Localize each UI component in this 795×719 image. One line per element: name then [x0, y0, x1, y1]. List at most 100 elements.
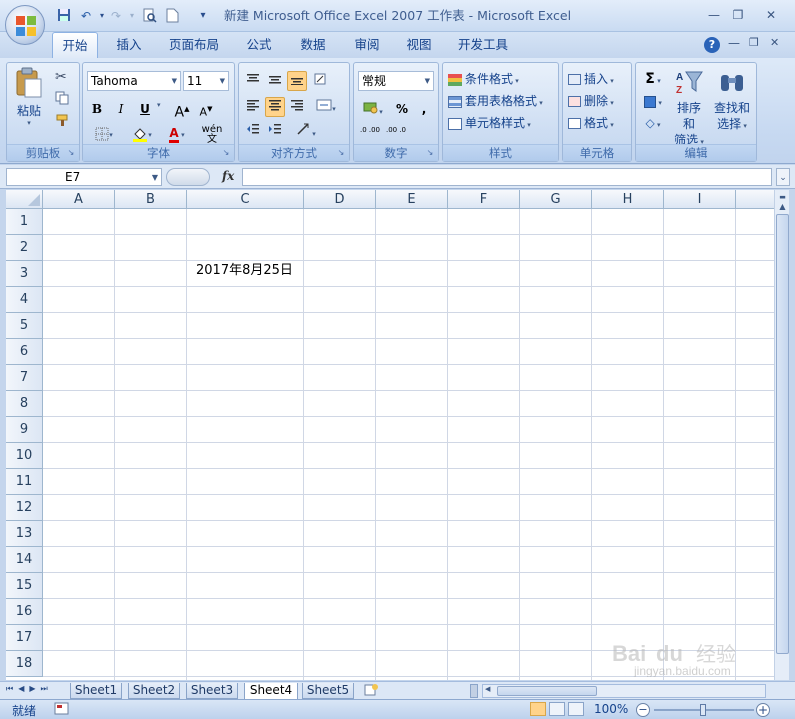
number-format-dropdown-icon[interactable]: ▼	[425, 72, 430, 90]
sheet-tab-sheet2[interactable]: Sheet2	[128, 683, 180, 699]
underline-dropdown-icon[interactable]: ▾	[157, 101, 161, 109]
clear-button[interactable]: ◇ ▾	[640, 113, 666, 133]
comma-button[interactable]: ,	[416, 99, 432, 119]
font-size-box[interactable]: 11 ▼	[183, 71, 229, 91]
increase-indent-button[interactable]	[265, 121, 285, 141]
page-break-view-icon[interactable]	[568, 702, 584, 716]
row-header-4[interactable]: 4	[6, 287, 43, 313]
horizontal-scrollbar[interactable]: ◀	[482, 684, 766, 698]
restore-button[interactable]: ❐	[727, 6, 749, 24]
print-preview-icon[interactable]	[141, 8, 157, 24]
row-header-12[interactable]: 12	[6, 495, 43, 521]
row-header-14[interactable]: 14	[6, 547, 43, 573]
column-header-a[interactable]: A	[43, 190, 115, 209]
select-all-corner[interactable]	[6, 190, 43, 209]
number-launcher-icon[interactable]: ↘	[425, 148, 435, 158]
tab-formulas[interactable]: 公式	[238, 32, 280, 58]
font-name-dropdown-icon[interactable]: ▼	[172, 72, 177, 90]
autosum-button[interactable]: Σ ▾	[640, 69, 666, 89]
column-header-g[interactable]: G	[520, 190, 592, 209]
insert-function-icon[interactable]: fx	[222, 169, 238, 185]
align-bottom-button[interactable]	[287, 71, 307, 91]
ribbon-minimize-button[interactable]: —	[728, 36, 740, 50]
cut-icon[interactable]: ✂	[55, 69, 67, 85]
normal-view-icon[interactable]	[530, 702, 546, 716]
increase-decimal-button[interactable]: .0 .00	[358, 123, 382, 143]
number-format-box[interactable]: 常规 ▼	[358, 71, 434, 91]
align-left-button[interactable]	[243, 97, 263, 117]
expand-formula-bar-icon[interactable]: ⌄	[776, 168, 790, 186]
tab-home[interactable]: 开始	[52, 32, 98, 58]
alignment-launcher-icon[interactable]: ↘	[336, 148, 346, 158]
help-icon[interactable]: ?	[704, 37, 720, 53]
column-header-c[interactable]: C	[187, 190, 304, 209]
formula-bar-splitter[interactable]	[166, 168, 210, 186]
row-header-3[interactable]: 3	[6, 261, 43, 287]
font-size-dropdown-icon[interactable]: ▼	[220, 72, 225, 90]
font-name-box[interactable]: Tahoma ▼	[87, 71, 181, 91]
paste-button[interactable]: 粘贴 ▾	[13, 67, 45, 127]
scroll-split-handle[interactable]: ▬	[776, 192, 789, 202]
column-header-d[interactable]: D	[304, 190, 376, 209]
column-header-f[interactable]: F	[448, 190, 520, 209]
font-color-button[interactable]: A ▾	[161, 123, 193, 143]
scroll-up-icon[interactable]: ▲	[776, 202, 789, 214]
ribbon-close-button[interactable]: ✕	[770, 36, 779, 49]
align-top-button[interactable]	[243, 71, 263, 91]
tab-review[interactable]: 审阅	[346, 32, 388, 58]
font-launcher-icon[interactable]: ↘	[221, 148, 231, 158]
ribbon-restore-button[interactable]: ❐	[749, 36, 759, 49]
italic-button[interactable]: I	[111, 99, 131, 119]
row-header-18[interactable]: 18	[6, 651, 43, 677]
sort-filter-button[interactable]: AZ 排序和 筛选 ▾	[672, 69, 706, 147]
redo-icon[interactable]: ↷	[108, 8, 124, 24]
undo-icon[interactable]: ↶	[78, 8, 94, 24]
row-header-11[interactable]: 11	[6, 469, 43, 495]
name-box-dropdown-icon[interactable]: ▼	[152, 170, 158, 186]
shrink-font-button[interactable]: A▼	[195, 99, 217, 119]
row-header-6[interactable]: 6	[6, 339, 43, 365]
zoom-level[interactable]: 100%	[594, 702, 628, 716]
zoom-slider-thumb[interactable]	[700, 704, 706, 716]
minimize-button[interactable]: —	[703, 6, 725, 24]
bold-button[interactable]: B	[87, 99, 107, 119]
row-header-15[interactable]: 15	[6, 573, 43, 599]
row-header-9[interactable]: 9	[6, 417, 43, 443]
row-header-5[interactable]: 5	[6, 313, 43, 339]
conditional-formatting-button[interactable]: 条件格式 ▾	[447, 69, 555, 89]
align-right-button[interactable]	[287, 97, 307, 117]
percent-button[interactable]: %	[392, 99, 412, 119]
align-center-button[interactable]	[265, 97, 285, 117]
tab-data[interactable]: 数据	[292, 32, 334, 58]
sheet-tab-sheet5[interactable]: Sheet5	[302, 683, 354, 699]
save-icon[interactable]	[56, 8, 72, 24]
delete-cells-button[interactable]: 删除 ▾	[567, 91, 629, 111]
underline-button[interactable]: U	[135, 99, 155, 119]
phonetic-button[interactable]: wén 文	[195, 123, 229, 145]
page-layout-view-icon[interactable]	[549, 702, 565, 716]
row-header-2[interactable]: 2	[6, 235, 43, 261]
scroll-thumb[interactable]	[776, 214, 789, 654]
orientation-button[interactable]	[311, 71, 333, 91]
redo-dropdown-icon[interactable]: ▾	[124, 8, 140, 24]
column-header-h[interactable]: H	[592, 190, 664, 209]
accounting-format-button[interactable]: ▾	[358, 99, 388, 119]
row-header-17[interactable]: 17	[6, 625, 43, 651]
cell-c3[interactable]: 2017年8月25日	[196, 261, 306, 286]
format-cells-button[interactable]: 格式 ▾	[567, 113, 629, 133]
sheet-tab-sheet4[interactable]: Sheet4	[244, 683, 298, 700]
row-header-10[interactable]: 10	[6, 443, 43, 469]
find-select-button[interactable]: 查找和 选择 ▾	[712, 69, 752, 133]
borders-button[interactable]: ▾	[87, 123, 121, 143]
sheet-tab-sheet3[interactable]: Sheet3	[186, 683, 238, 699]
row-header-7[interactable]: 7	[6, 365, 43, 391]
decrease-indent-button[interactable]	[243, 121, 263, 141]
decrease-decimal-button[interactable]: .00 .0	[384, 123, 408, 143]
office-button[interactable]	[5, 5, 45, 45]
macro-record-icon[interactable]	[54, 702, 70, 716]
align-middle-button[interactable]	[265, 71, 285, 91]
row-header-1[interactable]: 1	[6, 209, 43, 235]
tab-page-layout[interactable]: 页面布局	[162, 32, 226, 58]
tab-view[interactable]: 视图	[398, 32, 440, 58]
row-header-8[interactable]: 8	[6, 391, 43, 417]
